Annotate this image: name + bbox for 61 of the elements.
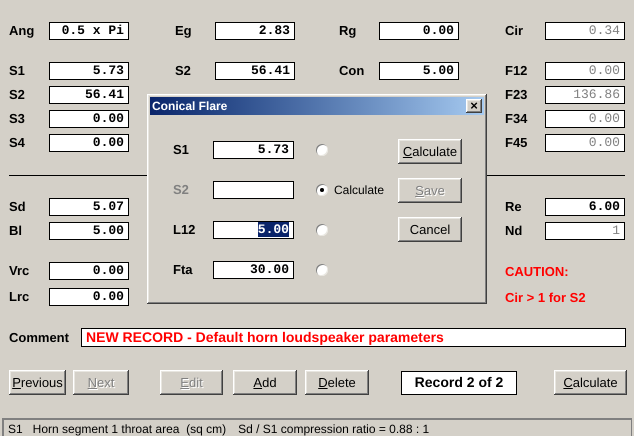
button[interactable]: Calculate [398,139,462,164]
field-label: Con [339,62,366,80]
field-label: L12 [173,221,196,240]
input-field[interactable]: 0.00 [49,110,129,128]
window-title: Conical Flare [152,98,228,115]
comment-field[interactable]: NEW RECORD - Default horn loudspeaker parameters [81,328,626,347]
field-label: F12 [505,62,528,80]
field-label: S4 [9,134,26,152]
status-text: Sd / S1 compression ratio = 0.88 : 1 [238,420,430,436]
input-field[interactable]: 56.41 [49,86,129,104]
field-label: F23 [505,86,528,104]
input-field[interactable]: 0.00 [49,288,129,306]
input-field[interactable]: 2.83 [215,22,295,40]
input-field[interactable]: 0.00 [49,134,129,152]
field-label: Ang [9,22,36,40]
field-label: Cir [505,22,524,40]
field-label: Vrc [9,262,30,280]
field-label: S2 [9,86,26,104]
field-label: Eg [175,22,193,40]
field-label: Rg [339,22,358,40]
radio-button[interactable] [316,144,328,156]
button[interactable]: Cancel [398,217,462,242]
input-field[interactable]: 6.00 [545,198,625,216]
warning-text: CAUTION: [505,263,570,281]
input-field[interactable]: 0.00 [49,262,129,280]
field-label: Re [505,198,523,216]
input-field[interactable]: 0.5 x Pi [49,22,129,40]
input-field[interactable]: 5.07 [49,198,129,216]
field-label: F45 [505,134,528,152]
field-label: Comment [9,328,70,347]
button[interactable]: Delete [305,370,369,395]
radio-label: Calculate [334,182,384,199]
field-label: Lrc [9,288,30,306]
field-label: Fta [173,261,194,280]
field-label: Sd [9,198,27,216]
input-field[interactable]: 5.00 [49,222,129,240]
field-label: S1 [9,62,26,80]
warning-text: Cir > 1 for S2 [505,288,587,306]
field-label: S3 [9,110,26,128]
field-label: S2 [173,181,190,200]
input-field[interactable] [213,181,294,199]
field-label: Bl [9,222,23,240]
input-field[interactable]: 56.41 [215,62,295,80]
radio-button[interactable] [316,264,328,276]
input-field[interactable]: 5.00 [213,221,294,239]
input-field[interactable]: 5.00 [379,62,459,80]
input-field[interactable]: 5.73 [213,141,294,159]
button[interactable]: Previous [9,370,66,395]
input-field[interactable]: 0.00 [379,22,459,40]
close-button[interactable]: × [466,99,482,113]
input-field[interactable]: 30.00 [213,261,294,279]
status-text: S1 Horn segment 1 throat area (sq cm) [8,420,226,436]
radio-button[interactable] [316,224,328,236]
input-field[interactable]: 5.73 [49,62,129,80]
field-label: S1 [173,141,190,160]
field-label: F34 [505,110,528,128]
field-label: S2 [175,62,192,80]
field-label: Nd [505,222,524,240]
button[interactable]: Add [233,370,297,395]
button[interactable]: Calculate [554,370,627,395]
record-counter: Record 2 of 2 [401,370,517,394]
